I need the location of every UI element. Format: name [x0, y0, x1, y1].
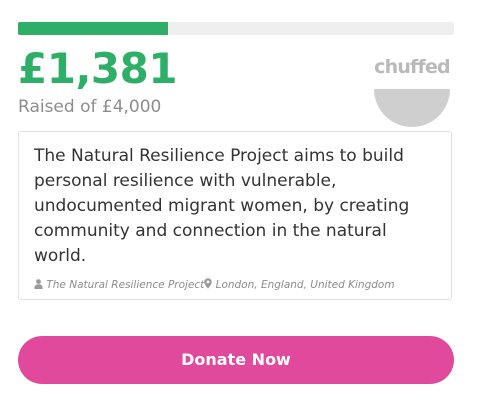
project-location: London, England, United Kingdom — [215, 279, 395, 291]
project-description: The Natural Resilience Project aims to b… — [34, 146, 410, 266]
project-card: The Natural Resilience Project aims to b… — [18, 131, 452, 300]
chuffed-logo-text: chuffed — [374, 56, 451, 78]
user-icon — [34, 279, 43, 289]
donate-now-button[interactable]: Donate Now — [18, 336, 454, 384]
fundraising-target: Raised of £4,000 — [18, 97, 162, 117]
amount-raised: £1,381 — [18, 44, 178, 93]
project-meta: The Natural Resilience Project London, E… — [34, 278, 444, 292]
organiser-name[interactable]: The Natural Resilience Project — [46, 279, 204, 291]
chuffed-logo[interactable]: chuffed — [372, 56, 452, 128]
map-pin-icon — [204, 278, 212, 289]
progress-bar-fill — [18, 22, 169, 35]
chuffed-logo-bowl — [374, 89, 450, 127]
progress-bar — [18, 22, 454, 35]
